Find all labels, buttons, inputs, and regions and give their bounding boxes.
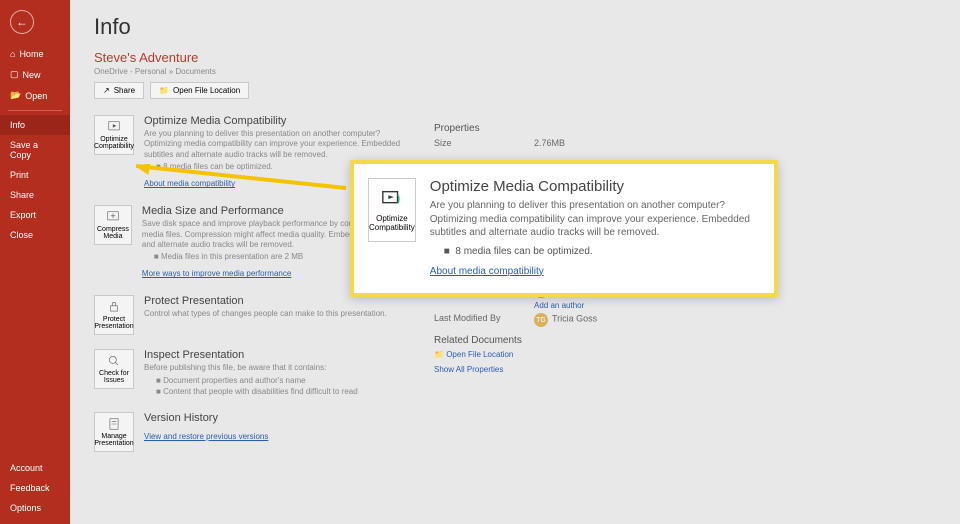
size-label: Size — [434, 138, 514, 148]
size-value: 2.76MB — [534, 138, 565, 148]
callout-desc: Are you planning to deliver this present… — [430, 199, 760, 240]
sidebar-item-share[interactable]: Share — [0, 185, 70, 205]
inspect-heading: Inspect Presentation — [144, 349, 358, 361]
inspect-bullet-1: ■ Document properties and author's name — [144, 376, 358, 385]
document-title: Steve's Adventure — [94, 50, 936, 65]
related-documents-heading: Related Documents — [434, 335, 936, 346]
folder-icon: 📁 — [159, 86, 169, 95]
callout-heading: Optimize Media Compatibility — [430, 178, 760, 195]
show-all-properties-link[interactable]: Show All Properties — [434, 365, 936, 374]
open-icon: 📂 — [10, 90, 21, 101]
sidebar-item-saveacopy[interactable]: Save a Copy — [0, 135, 70, 165]
protect-heading: Protect Presentation — [144, 295, 387, 307]
history-icon — [107, 417, 121, 431]
document-path: OneDrive - Personal » Documents — [94, 67, 936, 76]
sidebar-item-print[interactable]: Print — [0, 165, 70, 185]
sidebar-item-account[interactable]: Account — [0, 458, 70, 478]
sidebar-divider — [8, 110, 62, 111]
compress-icon — [106, 210, 120, 224]
lastmod-value: TGTricia Goss — [534, 313, 597, 327]
sidebar-item-new[interactable]: ▢New — [0, 64, 70, 85]
about-media-compatibility-link[interactable]: About media compatibility — [144, 179, 235, 188]
add-author-link[interactable]: Add an author — [534, 301, 584, 310]
open-file-location-link[interactable]: 📁 Open File Location — [434, 350, 936, 359]
folder-icon: 📁 — [434, 350, 444, 359]
home-icon: ⌂ — [10, 49, 15, 59]
sidebar-item-feedback[interactable]: Feedback — [0, 478, 70, 498]
version-history-section: Manage Presentation Version History View… — [94, 412, 404, 452]
callout-link[interactable]: About media compatibility — [430, 266, 544, 277]
protect-desc: Control what types of changes people can… — [144, 309, 387, 319]
check-for-issues-button[interactable]: Check for Issues — [94, 349, 134, 389]
inspect-icon — [107, 354, 121, 368]
sidebar-item-info[interactable]: Info — [0, 115, 70, 135]
back-button[interactable]: ← — [10, 10, 34, 34]
optimize-desc: Are you planning to deliver this present… — [144, 129, 404, 160]
page-title: Info — [94, 14, 936, 40]
open-file-location-button[interactable]: 📁Open File Location — [150, 82, 249, 99]
lock-icon — [107, 300, 121, 314]
sidebar-item-home[interactable]: ⌂Home — [0, 44, 70, 64]
properties-heading: Properties — [434, 123, 936, 134]
inspect-desc: Before publishing this file, be aware th… — [144, 363, 358, 373]
optimize-heading: Optimize Media Compatibility — [144, 115, 404, 127]
protect-section: Protect Presentation Protect Presentatio… — [94, 295, 404, 335]
mediasize-link[interactable]: More ways to improve media performance — [142, 269, 291, 278]
sidebar-item-options[interactable]: Options — [0, 498, 70, 518]
inspect-section: Check for Issues Inspect Presentation Be… — [94, 349, 404, 397]
media-icon — [381, 188, 403, 210]
media-icon — [107, 120, 121, 134]
callout-bullet: ■ 8 media files can be optimized. — [430, 240, 760, 261]
history-link[interactable]: View and restore previous versions — [144, 432, 268, 441]
backstage-sidebar: ← ⌂Home ▢New 📂Open Info Save a Copy Prin… — [0, 0, 70, 524]
lastmod-label: Last Modified By — [434, 313, 514, 327]
sidebar-item-export[interactable]: Export — [0, 205, 70, 225]
manage-presentation-button[interactable]: Manage Presentation — [94, 412, 134, 452]
inspect-bullet-2: ■ Content that people with disabilities … — [144, 387, 358, 396]
optimize-callout: Optimize Compatibility Optimize Media Co… — [350, 160, 778, 297]
compress-media-button[interactable]: Compress Media — [94, 205, 132, 245]
sidebar-item-open[interactable]: 📂Open — [0, 85, 70, 106]
optimize-compatibility-button[interactable]: Optimize Compatibility — [94, 115, 134, 155]
callout-icon-box[interactable]: Optimize Compatibility — [368, 178, 416, 242]
share-button[interactable]: ↗Share — [94, 82, 144, 99]
sidebar-item-close[interactable]: Close — [0, 225, 70, 245]
new-icon: ▢ — [10, 69, 19, 80]
avatar-icon: TG — [534, 313, 548, 327]
protect-presentation-button[interactable]: Protect Presentation — [94, 295, 134, 335]
history-heading: Version History — [144, 412, 268, 424]
share-icon: ↗ — [103, 86, 110, 95]
